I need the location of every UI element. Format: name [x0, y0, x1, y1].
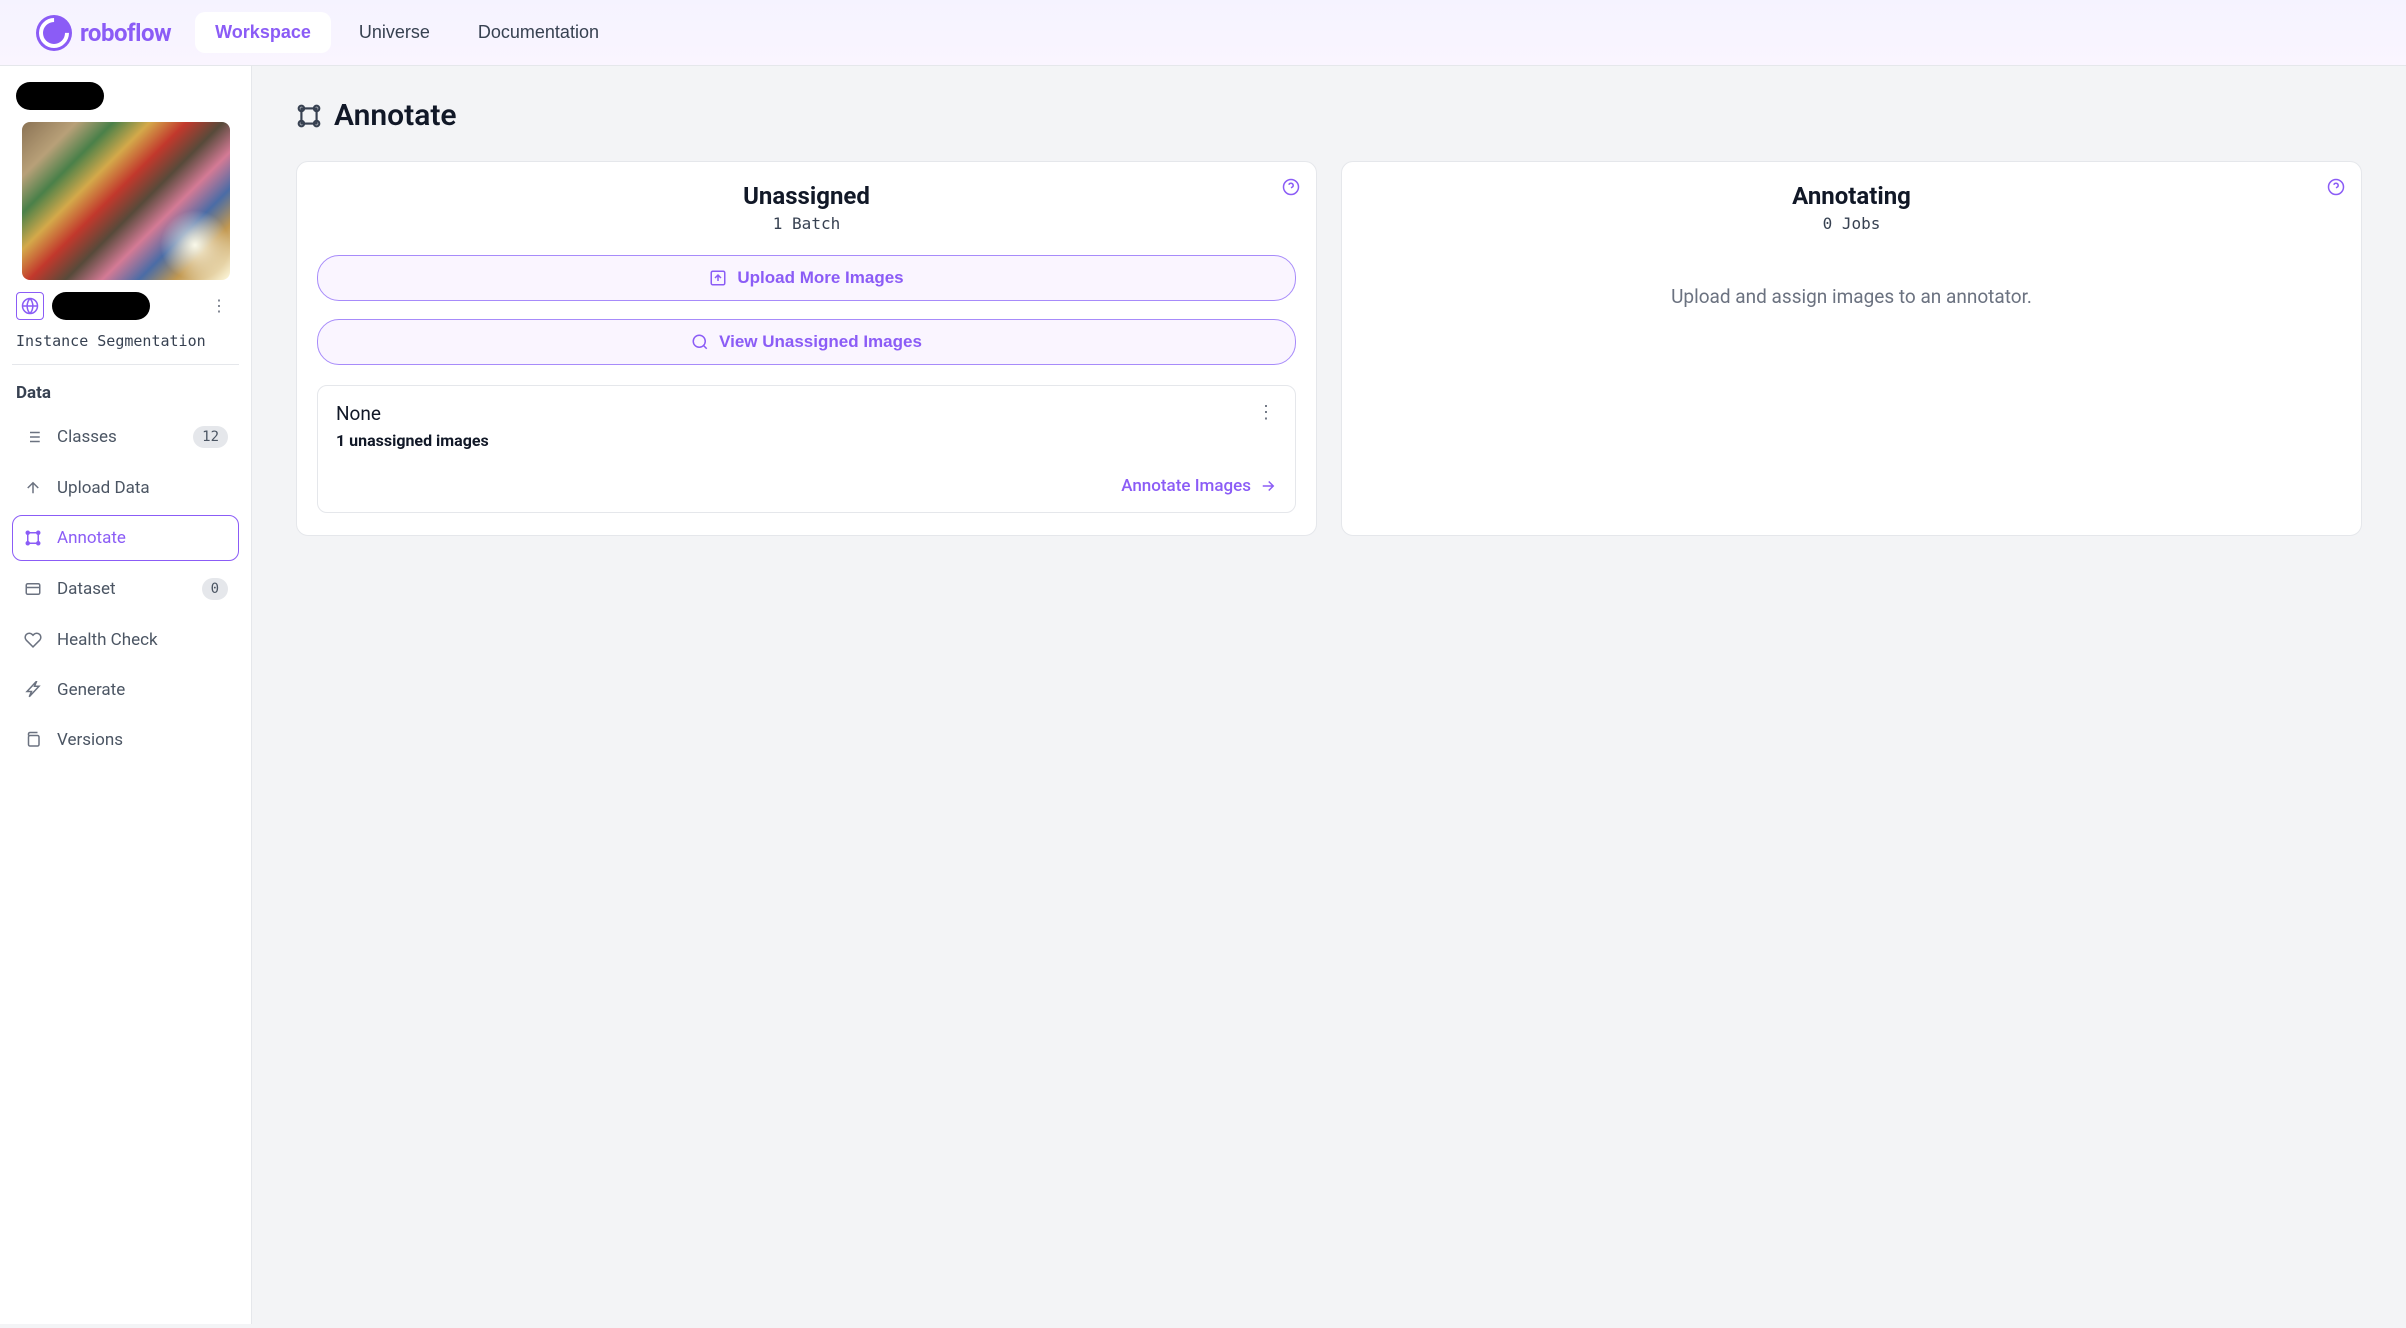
- batch-name: None: [336, 402, 1277, 425]
- annotate-title-icon: [296, 103, 322, 129]
- project-thumbnail[interactable]: [22, 122, 230, 280]
- project-meta: ⋮: [12, 292, 239, 320]
- annotating-title: Annotating: [1362, 182, 2341, 210]
- annotating-empty-text: Upload and assign images to an annotator…: [1362, 255, 2341, 338]
- sidebar-item-annotate[interactable]: Annotate: [12, 515, 239, 561]
- upload-btn-label: Upload More Images: [737, 268, 903, 288]
- main-content: Annotate Unassigned 1 Batch Upload More …: [252, 66, 2406, 1324]
- logo[interactable]: roboflow: [36, 15, 171, 51]
- health-icon: [23, 630, 43, 650]
- nav-tab-universe[interactable]: Universe: [339, 12, 450, 53]
- annotate-icon: [23, 528, 43, 548]
- top-nav: roboflow Workspace Universe Documentatio…: [0, 0, 2406, 66]
- sidebar-item-upload-data[interactable]: Upload Data: [12, 465, 239, 511]
- sidebar-item-health-check[interactable]: Health Check: [12, 617, 239, 663]
- sidebar-item-label: Dataset: [57, 579, 116, 599]
- batch-box: ⋮ None 1 unassigned images Annotate Imag…: [317, 385, 1296, 513]
- project-type-label: Instance Segmentation: [12, 324, 239, 365]
- sidebar-item-label: Annotate: [57, 528, 126, 548]
- brand-name: roboflow: [80, 19, 171, 47]
- card-unassigned: Unassigned 1 Batch Upload More Images Vi…: [296, 161, 1317, 536]
- batch-more-button[interactable]: ⋮: [1251, 400, 1281, 425]
- search-icon: [691, 333, 709, 351]
- view-unassigned-images-button[interactable]: View Unassigned Images: [317, 319, 1296, 365]
- sidebar-item-dataset[interactable]: Dataset 0: [12, 565, 239, 613]
- batch-count: 1 unassigned images: [336, 431, 1277, 450]
- workspace-name-redacted[interactable]: [16, 82, 104, 110]
- upload-icon: [23, 478, 43, 498]
- sidebar-item-classes[interactable]: Classes 12: [12, 413, 239, 461]
- upload-square-icon: [709, 269, 727, 287]
- versions-icon: [23, 730, 43, 750]
- sidebar-item-generate[interactable]: Generate: [12, 667, 239, 713]
- annotate-images-link[interactable]: Annotate Images: [336, 476, 1277, 496]
- project-name-redacted[interactable]: [52, 292, 150, 320]
- dataset-icon: [23, 579, 43, 599]
- sidebar-item-label: Classes: [57, 427, 117, 447]
- upload-more-images-button[interactable]: Upload More Images: [317, 255, 1296, 301]
- help-icon[interactable]: [2327, 178, 2345, 196]
- help-icon[interactable]: [1282, 178, 1300, 196]
- generate-icon: [23, 680, 43, 700]
- nav-tabs: Workspace Universe Documentation: [195, 12, 619, 53]
- dataset-count-badge: 0: [202, 578, 228, 600]
- annotating-subtitle: 0 Jobs: [1362, 214, 2341, 233]
- roboflow-logo-icon: [36, 15, 72, 51]
- sidebar: ⋮ Instance Segmentation Data Classes 12 …: [0, 66, 252, 1324]
- view-btn-label: View Unassigned Images: [719, 332, 922, 352]
- sidebar-item-label: Upload Data: [57, 478, 150, 498]
- page-title-row: Annotate: [296, 98, 2362, 133]
- page-title: Annotate: [334, 98, 457, 133]
- project-more-button[interactable]: ⋮: [203, 292, 235, 320]
- nav-tab-workspace[interactable]: Workspace: [195, 12, 331, 53]
- sidebar-item-label: Health Check: [57, 630, 158, 650]
- card-annotating: Annotating 0 Jobs Upload and assign imag…: [1341, 161, 2362, 536]
- section-heading-data: Data: [12, 383, 239, 413]
- list-icon: [23, 427, 43, 447]
- sidebar-item-label: Versions: [57, 730, 123, 750]
- classes-count-badge: 12: [193, 426, 228, 448]
- nav-tab-documentation[interactable]: Documentation: [458, 12, 619, 53]
- annotate-link-label: Annotate Images: [1121, 476, 1251, 496]
- sidebar-item-label: Generate: [57, 680, 125, 700]
- globe-icon: [16, 292, 44, 320]
- unassigned-subtitle: 1 Batch: [317, 214, 1296, 233]
- unassigned-title: Unassigned: [317, 182, 1296, 210]
- arrow-right-icon: [1259, 477, 1277, 495]
- sidebar-item-versions[interactable]: Versions: [12, 717, 239, 763]
